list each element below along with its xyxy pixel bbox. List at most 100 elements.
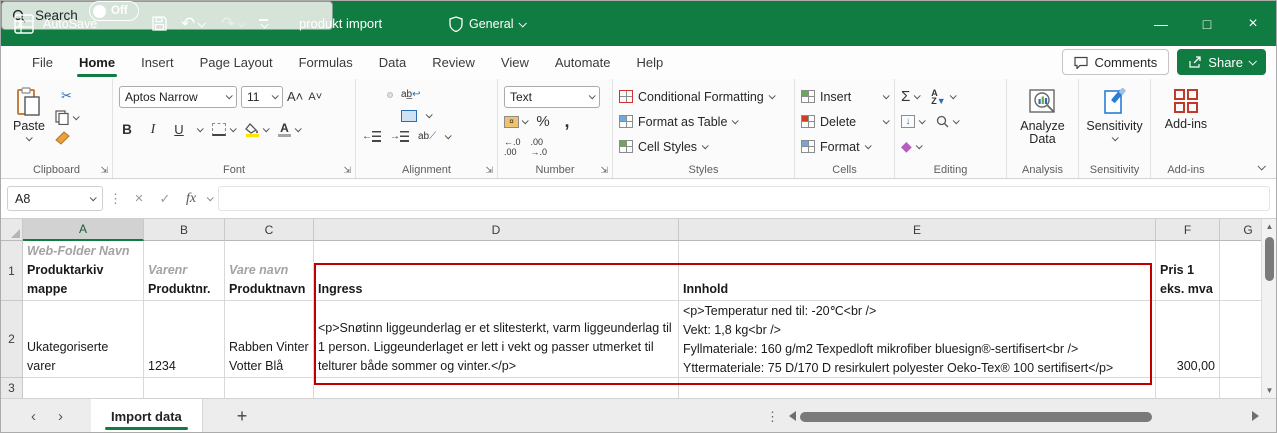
fill-dropdown-icon[interactable] [919, 117, 926, 124]
delete-cells-button[interactable]: Delete [801, 109, 888, 134]
bold-button[interactable]: B [119, 122, 135, 138]
name-box[interactable]: A8 [7, 186, 103, 211]
bottom-align-icon[interactable] [388, 93, 392, 97]
italic-button[interactable]: I [145, 122, 161, 138]
increase-indent-icon[interactable]: → [390, 129, 409, 145]
prev-sheet-icon[interactable]: ‹ [31, 408, 36, 425]
underline-button[interactable]: U [171, 122, 187, 138]
cell-e2[interactable]: <p>Temperatur ned til: -20℃<br /> Vekt: … [679, 301, 1156, 378]
tab-page-layout[interactable]: Page Layout [187, 46, 286, 79]
top-align-icon[interactable] [362, 93, 366, 97]
copy-icon[interactable] [55, 110, 69, 125]
tab-help[interactable]: Help [624, 46, 677, 79]
formula-input[interactable] [218, 186, 1270, 211]
tab-data[interactable]: Data [366, 46, 419, 79]
enter-icon[interactable]: ✓ [155, 191, 175, 207]
cell-f2[interactable]: 300,00 [1156, 301, 1220, 378]
cell-d1[interactable]: Ingress [314, 241, 679, 301]
column-header-f[interactable]: F [1156, 219, 1220, 241]
column-header-c[interactable]: C [225, 219, 314, 241]
align-right-icon[interactable] [388, 114, 392, 118]
cut-icon[interactable]: ✂ [55, 88, 78, 104]
font-color-icon[interactable]: A [278, 123, 291, 137]
next-sheet-icon[interactable]: › [58, 408, 63, 425]
cell-c3[interactable] [225, 378, 314, 398]
undo-button[interactable]: ↶ [181, 1, 204, 46]
accounting-format-icon[interactable]: ¤ [504, 116, 519, 128]
accounting-dropdown-icon[interactable] [522, 117, 529, 124]
align-left-icon[interactable] [362, 114, 366, 118]
cell-c1[interactable]: Vare navn Produktnavn [225, 241, 314, 301]
horizontal-scroll-thumb[interactable] [800, 412, 1152, 422]
sort-filter-dropdown-icon[interactable] [949, 92, 956, 99]
tab-view[interactable]: View [488, 46, 542, 79]
column-header-e[interactable]: E [679, 219, 1156, 241]
customize-quick-access-icon[interactable] [259, 1, 268, 46]
borders-icon[interactable] [212, 123, 226, 136]
vertical-scrollbar[interactable]: ▲ ▼ [1261, 219, 1276, 398]
sort-filter-icon[interactable]: AZ▼ [931, 89, 945, 105]
column-header-a[interactable]: A [23, 219, 144, 241]
autosum-icon[interactable]: Σ [901, 88, 910, 105]
align-center-icon[interactable] [375, 114, 379, 118]
sensitivity-button[interactable]: Sensitivity [1085, 84, 1144, 144]
cell-c2[interactable]: Rabben Vinter Votter Blå [225, 301, 314, 378]
format-cells-button[interactable]: Format [801, 134, 888, 159]
scroll-up-icon[interactable]: ▲ [1262, 222, 1276, 231]
orientation-dropdown-icon[interactable] [445, 132, 452, 139]
cell-a2[interactable]: Ukategoriserte varer [23, 301, 144, 378]
cell-e3[interactable] [679, 378, 1156, 398]
cell-b1[interactable]: Varenr Produktnr. [144, 241, 225, 301]
cell-a3[interactable] [23, 378, 144, 398]
cell-f3[interactable] [1156, 378, 1220, 398]
decrease-font-size-icon[interactable]: A˅ [307, 89, 323, 105]
sensitivity-label-button[interactable]: General [449, 1, 525, 46]
row-header-3[interactable]: 3 [1, 378, 23, 398]
clear-dropdown-icon[interactable] [915, 142, 922, 149]
cell-b3[interactable] [144, 378, 225, 398]
comma-style-icon[interactable]: , [559, 114, 575, 130]
tab-insert[interactable]: Insert [128, 46, 187, 79]
share-button[interactable]: Share [1177, 49, 1266, 75]
scroll-right-icon[interactable] [1252, 411, 1259, 421]
number-format-select[interactable]: Text [504, 86, 600, 108]
conditional-formatting-button[interactable]: Conditional Formatting [619, 84, 788, 109]
decrease-decimal-icon[interactable]: .00→.0 [531, 139, 548, 155]
fill-color-dropdown-icon[interactable] [263, 125, 270, 132]
decrease-indent-icon[interactable]: ← [362, 129, 381, 145]
insert-cells-button[interactable]: Insert [801, 84, 888, 109]
column-header-b[interactable]: B [144, 219, 225, 241]
wrap-text-icon[interactable]: ab̲↩ [401, 87, 421, 103]
add-ins-button[interactable]: Add-ins [1157, 84, 1215, 134]
orientation-icon[interactable]: ab⟋ [418, 129, 436, 145]
scroll-down-icon[interactable]: ▼ [1262, 386, 1276, 395]
alignment-dialog-launcher[interactable]: ⇲ [485, 166, 493, 175]
merge-dropdown-icon[interactable] [426, 111, 433, 118]
select-all-corner[interactable] [1, 219, 23, 241]
tab-file[interactable]: File [19, 46, 66, 79]
clipboard-dialog-launcher[interactable]: ⇲ [100, 166, 108, 175]
font-dialog-launcher[interactable]: ⇲ [343, 166, 351, 175]
formula-bar-handle[interactable]: ⋮ [109, 191, 123, 207]
row-header-1[interactable]: 1 [1, 241, 23, 301]
vertical-scroll-thumb[interactable] [1265, 237, 1274, 281]
cell-styles-button[interactable]: Cell Styles [619, 134, 788, 159]
tab-review[interactable]: Review [419, 46, 488, 79]
format-as-table-button[interactable]: Format as Table [619, 109, 788, 134]
autosave-toggle[interactable]: Off [89, 1, 139, 21]
autosum-dropdown-icon[interactable] [914, 92, 921, 99]
increase-font-size-icon[interactable]: A˄ [287, 89, 303, 105]
redo-button[interactable]: ↷ [221, 1, 244, 46]
cell-e1[interactable]: Innhold [679, 241, 1156, 301]
scroll-left-icon[interactable] [789, 411, 796, 421]
percent-style-icon[interactable]: % [535, 114, 551, 130]
fx-dropdown-icon[interactable] [207, 194, 214, 201]
cancel-icon[interactable]: × [129, 190, 149, 207]
comments-button[interactable]: Comments [1062, 49, 1169, 75]
clear-icon[interactable]: ◆ [901, 138, 912, 155]
close-button[interactable]: × [1230, 1, 1276, 46]
minimize-button[interactable]: — [1138, 1, 1184, 46]
find-dropdown-icon[interactable] [953, 117, 960, 124]
cell-f1[interactable]: Pris 1 eks. mva [1156, 241, 1220, 301]
cell-b2[interactable]: 1234 [144, 301, 225, 378]
